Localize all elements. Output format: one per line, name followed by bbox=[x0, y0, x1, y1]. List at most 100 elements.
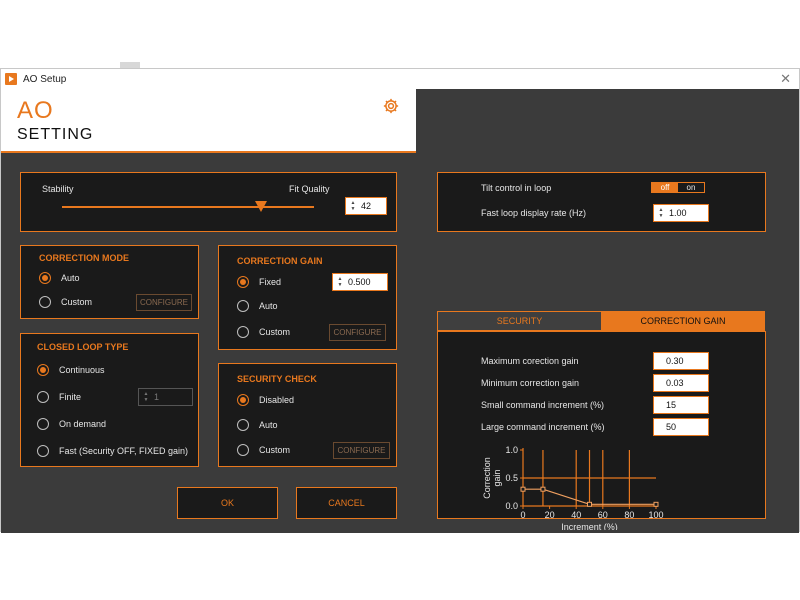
toggle-on-option[interactable]: on bbox=[678, 183, 704, 192]
x-tick-label: 0 bbox=[520, 510, 525, 520]
gain-series-point bbox=[653, 501, 659, 507]
correction-gain-fixed-value: 0.500 bbox=[348, 277, 371, 287]
stability-slider[interactable] bbox=[62, 201, 314, 214]
param-max-gain-label: Maximum corection gain bbox=[481, 356, 579, 366]
closed-loop-type-panel: CLOSED LOOP TYPE Continuous Finite ▲ ▼ 1 … bbox=[20, 333, 199, 467]
correction-gain-panel: CORRECTION GAIN Fixed ▲ ▼ 0.500 Auto Cust… bbox=[218, 245, 397, 350]
stability-value: 42 bbox=[361, 201, 372, 211]
param-small-increment-field[interactable]: 15 bbox=[653, 396, 709, 414]
fast-loop-rate-label: Fast loop display rate (Hz) bbox=[481, 208, 587, 218]
cancel-button[interactable]: CANCEL bbox=[296, 487, 397, 519]
security-check-custom-label: Custom bbox=[259, 445, 291, 455]
closed-loop-continuous-radio[interactable] bbox=[37, 364, 49, 376]
correction-mode-title: CORRECTION MODE bbox=[39, 253, 129, 263]
correction-mode-auto-radio[interactable] bbox=[39, 272, 51, 284]
correction-gain-configure-button[interactable]: CONFIGURE bbox=[329, 324, 386, 341]
settings-tabs: SECURITY CORRECTION GAIN bbox=[437, 311, 766, 331]
x-tick-label: 40 bbox=[571, 510, 581, 520]
closed-loop-finite-spinner[interactable]: ▲ ▼ 1 bbox=[138, 388, 193, 406]
security-check-panel: SECURITY CHECK Disabled Auto Custom CONF… bbox=[218, 363, 397, 467]
security-check-auto-label: Auto bbox=[259, 420, 278, 430]
closed-loop-on-demand-radio[interactable] bbox=[37, 418, 49, 430]
correction-gain-auto-label: Auto bbox=[259, 301, 278, 311]
closed-loop-continuous-label: Continuous bbox=[59, 365, 105, 375]
right-pane: Tilt control in loop off on Fast loop di… bbox=[416, 89, 799, 533]
title-bar[interactable]: AO Setup ✕ bbox=[1, 69, 799, 89]
closed-loop-on-demand-label: On demand bbox=[59, 419, 107, 429]
closed-loop-finite-radio[interactable] bbox=[37, 391, 49, 403]
loop-settings-panel: Tilt control in loop off on Fast loop di… bbox=[437, 172, 766, 232]
y-axis-label: Correctiongain bbox=[482, 457, 502, 499]
x-tick-label: 20 bbox=[545, 510, 555, 520]
correction-gain-custom-label: Custom bbox=[259, 327, 291, 337]
correction-mode-panel: CORRECTION MODE Auto Custom CONFIGURE bbox=[20, 245, 199, 319]
stability-panel: Stability Fit Quality ▲ ▼ 42 bbox=[20, 172, 397, 232]
security-check-custom-radio[interactable] bbox=[237, 444, 249, 456]
spinner-arrows-icon[interactable]: ▲ ▼ bbox=[141, 391, 151, 403]
slider-track bbox=[62, 206, 314, 208]
correction-mode-custom-radio[interactable] bbox=[39, 296, 51, 308]
spinner-arrows-icon[interactable]: ▲ ▼ bbox=[335, 276, 345, 288]
gain-series-point bbox=[540, 486, 546, 492]
closed-loop-fast-label: Fast (Security OFF, FIXED gain) bbox=[59, 446, 189, 456]
fast-loop-rate-value: 1.00 bbox=[669, 208, 687, 218]
fast-loop-rate-spinner[interactable]: ▲ ▼ 1.00 bbox=[653, 204, 709, 222]
correction-mode-configure-button[interactable]: CONFIGURE bbox=[136, 294, 192, 311]
spinner-arrows-icon[interactable]: ▲ ▼ bbox=[656, 207, 666, 219]
closed-loop-finite-value: 1 bbox=[154, 392, 160, 402]
header-title-setting: SETTING bbox=[17, 126, 94, 143]
y-tick-label: 0.5 bbox=[505, 473, 518, 483]
param-min-gain-label: Minimum correction gain bbox=[481, 378, 580, 388]
correction-mode-custom-label: Custom bbox=[61, 297, 93, 307]
correction-gain-fixed-label: Fixed bbox=[259, 277, 282, 287]
fit-quality-label: Fit Quality bbox=[289, 184, 330, 194]
security-check-configure-button[interactable]: CONFIGURE bbox=[333, 442, 390, 459]
tab-correction-gain[interactable]: CORRECTION GAIN bbox=[601, 311, 765, 331]
param-min-gain-field[interactable]: 0.03 bbox=[653, 374, 709, 392]
y-tick-label: 1.0 bbox=[505, 445, 518, 455]
security-check-disabled-label: Disabled bbox=[259, 395, 295, 405]
param-large-increment-label: Large command increment (%) bbox=[481, 422, 605, 432]
closed-loop-finite-label: Finite bbox=[59, 392, 82, 402]
desktop-background bbox=[0, 0, 800, 68]
spinner-arrows-icon[interactable]: ▲ ▼ bbox=[348, 200, 358, 212]
correction-gain-title: CORRECTION GAIN bbox=[237, 256, 323, 266]
ao-setup-window: AO Setup ✕ AO SETTING Stability Fit Qual… bbox=[0, 68, 800, 533]
stability-label: Stability bbox=[42, 184, 74, 194]
tilt-control-label: Tilt control in loop bbox=[481, 183, 552, 193]
app-icon bbox=[5, 73, 17, 85]
stability-value-spinner[interactable]: ▲ ▼ 42 bbox=[345, 197, 387, 215]
y-tick-label: 0.0 bbox=[505, 501, 518, 511]
x-tick-label: 80 bbox=[624, 510, 634, 520]
header: AO SETTING bbox=[1, 89, 416, 153]
correction-gain-fixed-radio[interactable] bbox=[237, 276, 249, 288]
param-max-gain-field[interactable]: 0.30 bbox=[653, 352, 709, 370]
ok-button[interactable]: OK bbox=[177, 487, 278, 519]
gain-curve-chart: 0.0 0.5 1.0 0 20 40 60 80 100 Increment (%) Correc… bbox=[482, 445, 664, 530]
x-axis-label: Increment (%) bbox=[561, 522, 618, 530]
security-check-disabled-radio[interactable] bbox=[237, 394, 249, 406]
param-large-increment-field[interactable]: 50 bbox=[653, 418, 709, 436]
gear-icon[interactable] bbox=[382, 97, 400, 115]
security-check-title: SECURITY CHECK bbox=[237, 374, 317, 384]
slider-thumb[interactable] bbox=[255, 201, 268, 212]
header-title-ao: AO bbox=[17, 97, 54, 124]
correction-mode-auto-label: Auto bbox=[61, 273, 80, 283]
correction-gain-auto-radio[interactable] bbox=[237, 300, 249, 312]
window-title: AO Setup bbox=[23, 73, 67, 85]
close-icon[interactable]: ✕ bbox=[780, 71, 791, 87]
param-small-increment-label: Small command increment (%) bbox=[481, 400, 605, 410]
correction-gain-tab-panel: Maximum corection gain 0.30 Minimum corr… bbox=[437, 331, 766, 530]
security-check-auto-radio[interactable] bbox=[237, 419, 249, 431]
correction-gain-custom-radio[interactable] bbox=[237, 326, 249, 338]
toggle-off-option[interactable]: off bbox=[652, 183, 678, 192]
screen: AO Setup ✕ AO SETTING Stability Fit Qual… bbox=[0, 0, 800, 600]
gain-series-point bbox=[587, 501, 592, 507]
closed-loop-fast-radio[interactable] bbox=[37, 445, 49, 457]
tab-security[interactable]: SECURITY bbox=[437, 311, 601, 331]
left-pane: AO SETTING Stability Fit Quality ▲ ▼ 42 … bbox=[1, 89, 416, 533]
gain-series-point bbox=[520, 486, 526, 492]
x-tick-label: 100 bbox=[648, 510, 663, 520]
correction-gain-fixed-spinner[interactable]: ▲ ▼ 0.500 bbox=[332, 273, 388, 291]
tilt-control-toggle[interactable]: off on bbox=[651, 182, 705, 193]
